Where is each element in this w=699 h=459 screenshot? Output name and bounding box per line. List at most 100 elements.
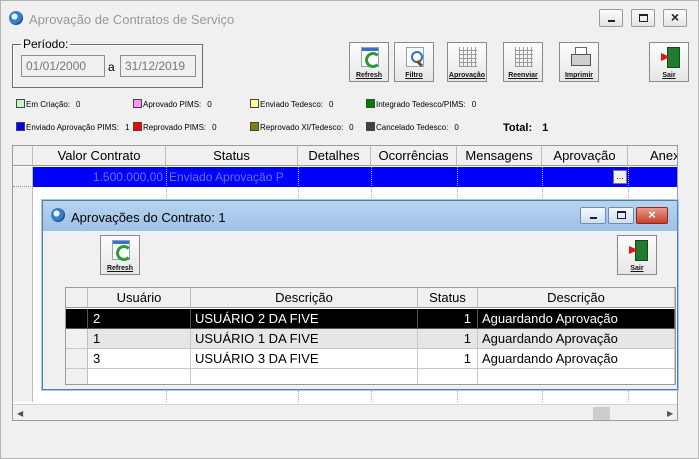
table-row[interactable]: 3 USUÁRIO 3 DA FIVE 1 Aguardando Aprovaç…: [66, 349, 675, 369]
refresh-label: Refresh: [106, 265, 134, 272]
aprovacao-button[interactable]: Aprovação: [447, 42, 487, 82]
cell-usuario: 1: [88, 329, 191, 349]
col-ocorrencias[interactable]: Ocorrências: [371, 146, 457, 166]
maximize-icon: [639, 14, 648, 22]
dialog-close-button[interactable]: ×: [636, 207, 668, 224]
cell-status: 1: [418, 309, 478, 329]
col-anexos[interactable]: Anex: [628, 146, 677, 166]
col-descricao[interactable]: Descrição: [191, 288, 418, 308]
legend-cancelado-tedesco: Cancelado Tedesco: 0: [366, 122, 459, 134]
legend-enviado-aprovacao-pims: Enviado Aprovação PIMS: 1: [16, 122, 129, 134]
horizontal-scrollbar[interactable]: ◀ ▶: [13, 404, 677, 420]
maximize-button[interactable]: [631, 9, 655, 27]
refresh-icon: [361, 47, 381, 68]
magnifier-icon: [406, 47, 424, 67]
row-indicator[interactable]: [66, 349, 88, 369]
aprovacao-ellipsis-button[interactable]: ...: [613, 170, 627, 184]
cell-status: Enviado Aprovação P: [169, 170, 284, 184]
row-indicator-header: [13, 146, 33, 166]
row-indicator-header: [66, 288, 88, 308]
approvals-grid[interactable]: Usuário Descrição Status Descrição 2 USU…: [65, 287, 676, 385]
row-indicator-column: [13, 187, 33, 402]
col-detalhes[interactable]: Detalhes: [298, 146, 371, 166]
legend-swatch: [133, 99, 142, 108]
row-indicator[interactable]: [13, 167, 33, 187]
total-count: Total: 1: [503, 122, 548, 134]
cell-descricao: USUÁRIO 1 DA FIVE: [191, 329, 418, 349]
cell-descricao: USUÁRIO 3 DA FIVE: [191, 349, 418, 369]
cell-status: 1: [418, 349, 478, 369]
app-icon: [9, 11, 23, 25]
filtro-label: Filtro: [405, 72, 423, 79]
aprovacao-label: Aprovação: [448, 72, 486, 79]
legend-swatch: [16, 99, 25, 108]
cell-usuario: 2: [88, 309, 191, 329]
cell-empty: [191, 369, 418, 384]
exit-door-icon: [629, 240, 648, 261]
table-row[interactable]: 2 USUÁRIO 2 DA FIVE 1 Aguardando Aprovaç…: [66, 309, 675, 329]
cell-status-descricao: Aguardando Aprovação: [478, 329, 675, 349]
dialog-title: Aprovações do Contrato: 1: [71, 210, 226, 225]
minimize-icon: [590, 217, 597, 219]
filtro-button[interactable]: Filtro: [394, 42, 434, 82]
sair-label: Sair: [630, 265, 644, 272]
scroll-right-icon[interactable]: ▶: [667, 409, 673, 418]
minimize-button[interactable]: [599, 9, 623, 27]
legend-swatch: [16, 122, 25, 131]
app-icon: [51, 208, 65, 222]
table-row[interactable]: 1 USUÁRIO 1 DA FIVE 1 Aguardando Aprovaç…: [66, 329, 675, 349]
cell-empty: [88, 369, 191, 384]
refresh-icon: [112, 240, 132, 261]
sair-label: Sair: [662, 72, 676, 79]
scroll-thumb[interactable]: [593, 407, 610, 420]
dialog-sair-button[interactable]: Sair: [617, 235, 657, 275]
legend-enviado-tedesco: Enviado Tedesco: 0: [250, 99, 333, 111]
cell-empty: [418, 369, 478, 384]
col-valor-contrato[interactable]: Valor Contrato: [33, 146, 166, 166]
col-status[interactable]: Status: [418, 288, 478, 308]
dialog-refresh-button[interactable]: Refresh: [100, 235, 140, 275]
periodo-group: Período: 01/01/2000 a 31/12/2019: [12, 37, 203, 88]
col-usuario[interactable]: Usuário: [88, 288, 191, 308]
dialog-minimize-button[interactable]: [580, 207, 606, 224]
end-date-field[interactable]: 31/12/2019: [120, 55, 196, 77]
cell-valor-contrato: 1.500.000,00: [92, 170, 163, 184]
cell-status: 1: [418, 329, 478, 349]
grid-icon: [459, 47, 477, 67]
legend-swatch: [133, 122, 142, 131]
sair-button[interactable]: Sair: [649, 42, 689, 82]
maximize-icon: [617, 211, 626, 219]
row-indicator[interactable]: [66, 309, 88, 329]
imprimir-label: Imprimir: [564, 72, 593, 79]
main-title-bar: Aprovação de Contratos de Serviço ×: [1, 1, 698, 35]
dialog-title-bar: Aprovações do Contrato: 1 ×: [43, 201, 677, 231]
close-button[interactable]: ×: [663, 9, 687, 27]
legend-em-criacao: Em Criação: 0: [16, 99, 80, 111]
reenviar-button[interactable]: Reenviar: [503, 42, 543, 82]
printer-icon: [571, 47, 591, 67]
minimize-icon: [608, 20, 615, 22]
col-status[interactable]: Status: [166, 146, 298, 166]
table-row-selected[interactable]: 1.500.000,00 Enviado Aprovação P: [33, 167, 677, 187]
legend-aprovado-pims: Aprovado PIMS: 0: [133, 99, 212, 111]
start-date-field[interactable]: 01/01/2000: [21, 55, 105, 77]
row-indicator[interactable]: [66, 369, 88, 384]
legend-reprovado-xi-tedesco: Reprovado XI/Tedesco: 0: [250, 122, 354, 134]
close-icon: ×: [670, 9, 680, 25]
refresh-button[interactable]: Refresh: [349, 42, 389, 82]
cell-descricao: USUÁRIO 2 DA FIVE: [191, 309, 418, 329]
col-mensagens[interactable]: Mensagens: [457, 146, 542, 166]
col-status-descricao[interactable]: Descrição: [478, 288, 675, 308]
cell-status-descricao: Aguardando Aprovação: [478, 309, 675, 329]
row-indicator[interactable]: [66, 329, 88, 349]
exit-door-icon: [661, 47, 680, 68]
grid-icon: [515, 47, 533, 67]
col-aprovacao[interactable]: Aprovação: [542, 146, 628, 166]
imprimir-button[interactable]: Imprimir: [559, 42, 599, 82]
table-row-empty[interactable]: [66, 369, 675, 384]
dialog-maximize-button[interactable]: [608, 207, 634, 224]
cell-usuario: 3: [88, 349, 191, 369]
scroll-left-icon[interactable]: ◀: [17, 409, 23, 418]
periodo-label: Período:: [21, 37, 71, 51]
total-value: 1: [542, 122, 549, 134]
